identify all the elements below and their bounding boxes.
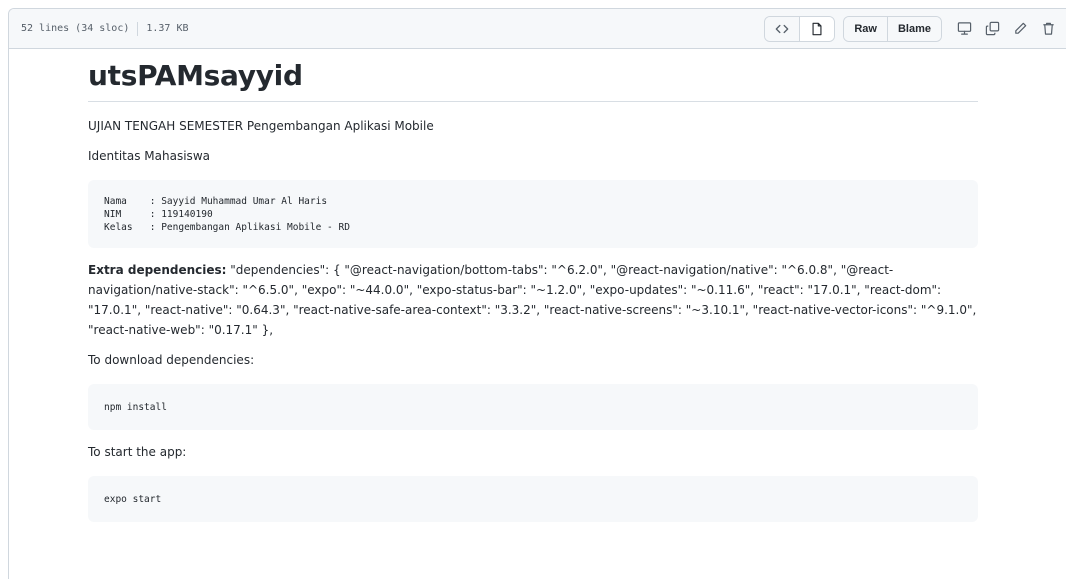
readme-title: utsPAMsayyid [88,58,978,102]
code-icon [776,24,789,33]
preview-button[interactable] [800,16,835,41]
extra-dependencies-label: Extra dependencies: [88,263,227,277]
install-command: npm install [104,402,167,413]
identity-heading: Identitas Mahasiswa [88,149,210,163]
delete-button[interactable] [1034,17,1062,41]
readme-content: utsPAMsayyid UJIAN TENGAH SEMESTER Penge… [88,58,978,522]
identity-line: NIM : 119140190 [104,209,213,220]
desktop-button[interactable] [950,17,978,41]
install-code-block: npm install [88,384,978,430]
blame-button[interactable]: Blame [887,16,941,41]
file-info: 52 lines (34 sloc) 1.37 KB [21,21,189,36]
file-header: 52 lines (34 sloc) 1.37 KB Raw Blame [9,9,1066,49]
raw-button[interactable]: Raw [844,16,888,41]
divider [137,21,139,36]
file-actions: Raw Blame [764,15,1062,42]
identity-line: Kelas : Pengembangan Aplikasi Mobile - R… [104,222,350,233]
copy-button[interactable] [978,17,1006,41]
readme-subtitle: UJIAN TENGAH SEMESTER Pengembangan Aplik… [88,119,434,133]
page: 52 lines (34 sloc) 1.37 KB Raw Blame uts… [0,0,1066,579]
code-view-button[interactable] [765,16,801,41]
file-icon [812,22,822,35]
start-code-block: expo start [88,476,978,522]
start-command: expo start [104,494,162,505]
raw-blame-group: Raw Blame [843,15,942,42]
copy-icon [985,21,999,36]
download-instructions: To download dependencies: [88,353,255,367]
pencil-icon [1014,22,1026,34]
edit-button[interactable] [1006,17,1034,41]
extra-dependencies: Extra dependencies: "dependencies": { "@… [88,260,978,340]
identity-line: Nama : Sayyid Muhammad Umar Al Haris [104,196,328,207]
identity-code-block: Nama : Sayyid Muhammad Umar Al Haris NIM … [88,180,978,248]
trash-icon [1042,22,1054,35]
view-toggle [764,15,836,42]
lines-info: 52 lines (34 sloc) [21,23,130,34]
desktop-icon [957,22,971,35]
start-instructions: To start the app: [88,445,187,459]
file-size: 1.37 KB [146,23,189,34]
